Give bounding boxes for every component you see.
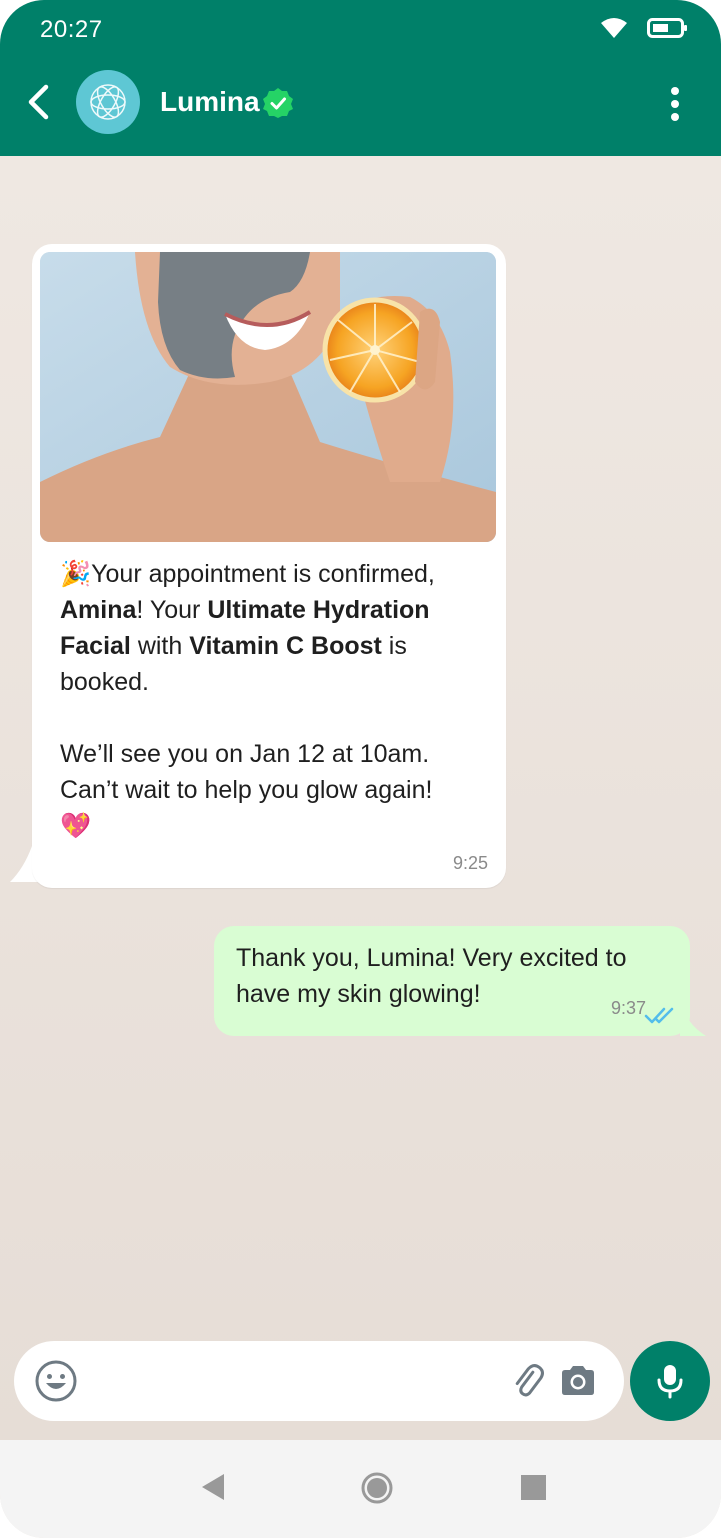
chat-area[interactable]: 🎉Your appointment is confirmed, Amina! Y… (0, 156, 721, 1440)
message-image (40, 252, 496, 542)
battery-icon (647, 18, 687, 38)
contact-name[interactable]: Lumina (160, 86, 260, 118)
more-options-button[interactable] (665, 84, 685, 124)
lumina-logo-icon (90, 84, 126, 120)
appointment-details: We’ll see you on Jan 12 at 10am. Can’t w… (60, 740, 433, 804)
heart-emoji: 💖 (60, 812, 92, 840)
wifi-icon (601, 18, 627, 38)
camera-icon[interactable] (558, 1363, 598, 1399)
nav-home-icon[interactable] (360, 1471, 394, 1505)
woman-orange-face-mask-image[interactable] (40, 252, 496, 542)
message-input[interactable] (94, 1359, 494, 1403)
message-composer (14, 1341, 624, 1421)
nav-back-icon[interactable] (200, 1472, 226, 1502)
back-arrow-icon (28, 84, 49, 120)
incoming-message-time: 9:25 (452, 853, 488, 873)
nav-recents-icon[interactable] (521, 1475, 546, 1500)
outgoing-message-time: 9:37 (610, 998, 646, 1018)
party-emoji: 🎉 (60, 560, 92, 588)
phone-screen: 20:27 Lumina 🎉Your appointment is confir… (0, 0, 721, 1538)
outgoing-message-text: Thank you, Lumina! Very excited to have … (236, 944, 627, 1008)
status-time: 20:27 (40, 16, 103, 43)
outgoing-message-bubble[interactable]: Thank you, Lumina! Very excited to have … (214, 926, 690, 1036)
more-vertical-icon (671, 87, 679, 95)
chat-header: 20:27 Lumina (0, 0, 721, 156)
voice-message-button[interactable] (630, 1341, 710, 1421)
microphone-icon (657, 1365, 683, 1399)
read-receipt-icon (644, 1007, 674, 1024)
paperclip-icon[interactable] (510, 1363, 546, 1399)
customer-name: Amina (60, 596, 137, 624)
contact-avatar[interactable] (76, 70, 140, 134)
verified-badge-icon (263, 88, 293, 118)
status-icons (599, 16, 689, 40)
incoming-message-bubble[interactable]: 🎉Your appointment is confirmed, Amina! Y… (32, 244, 506, 888)
emoji-icon[interactable] (34, 1359, 78, 1403)
addon-name: Vitamin C Boost (189, 632, 382, 660)
incoming-message-text: 🎉Your appointment is confirmed, Amina! Y… (60, 560, 435, 840)
back-button[interactable] (20, 82, 56, 122)
system-navigation-bar (0, 1440, 721, 1538)
